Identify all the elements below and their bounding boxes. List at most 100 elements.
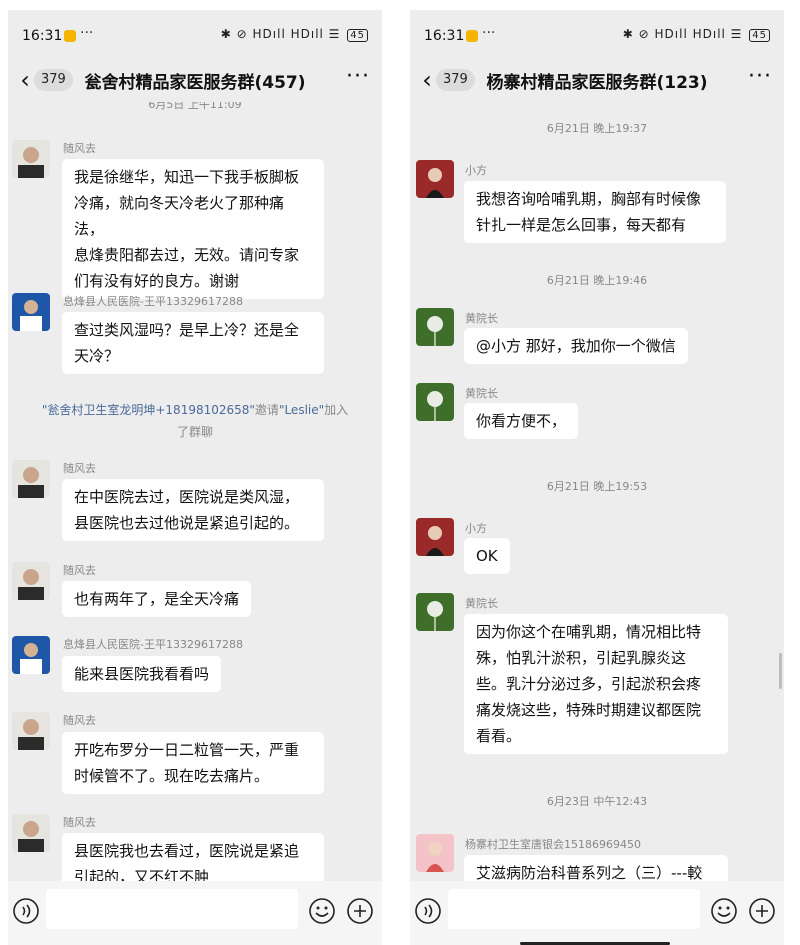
message-bubble[interactable]: 因为你这个在哺乳期，情况相比特 殊，怕乳汁淤积，引起乳腺炎这 些。乳汁分泌过多，… [464,614,728,754]
message-bubble[interactable]: 能来县医院我看看吗 [62,656,222,692]
avatar[interactable] [12,636,50,674]
avatar[interactable] [12,712,50,750]
avatar[interactable] [12,140,50,178]
avatar[interactable] [416,383,454,421]
message-line: 殊，怕乳汁淤积，引起乳腺炎这 [476,649,687,667]
sender-name: 黄院长 [465,312,498,325]
doctor-avatar-icon [12,636,50,674]
signal-wifi-icons: ✱ ⊘ HDıll HDıll ☰ [622,27,743,41]
status-bar: 16:31 ··· ✱ ⊘ HDıll HDıll ☰ 45 [8,10,382,60]
avatar[interactable] [416,308,454,346]
doctor-avatar-icon [12,293,50,331]
message-line: 我想咨询哈哺乳期，胸部有时候像 [476,190,702,208]
avatar[interactable] [12,814,50,852]
message-input[interactable] [46,889,298,929]
message-line: 县医院我也去看过，医院说是紧追 [74,842,300,860]
emoji-icon[interactable] [710,897,738,929]
message-line: 息烽贵阳都去过，无效。请问专家 [74,246,300,264]
message-bubble[interactable]: 在中医院去过，医院说是类风湿， 县医院也去过他说是紧追引起的。 [62,479,324,541]
woman-avatar-icon [416,518,454,556]
avatar[interactable] [416,518,454,556]
group-title: 瓮舍村精品家医服务群(457) [84,73,306,93]
message-line: 冷痛，就向冬天冷老火了那种痛法， [74,194,285,238]
status-time: 16:31 [22,28,63,44]
message-line: 我是徐继华，知迅一下我手板脚板 [74,168,300,186]
voice-icon[interactable] [12,897,40,929]
sender-name: 黄院长 [465,597,498,610]
message-line: 在中医院去过，医院说是类风湿， [74,488,300,506]
message-line: 县医院也去过他说是紧追引起的。 [74,514,300,532]
message-bubble[interactable]: 我是徐继华，知迅一下我手板脚板 冷痛，就向冬天冷老火了那种痛法， 息烽贵阳都去过… [62,159,324,299]
sender-name: 息烽县人民医院-王平13329617288 [63,638,243,651]
notification-app-icon [466,30,478,42]
sender-name: 随风去 [63,816,96,829]
sender-name: 黄院长 [465,387,498,400]
avatar[interactable] [12,293,50,331]
woman-avatar-icon [416,834,454,872]
message-line: 查过类风湿吗？是早上冷？还是全 [74,321,300,339]
plus-icon[interactable] [748,897,776,929]
message-line: 痛发烧这些，特殊时期建议都医院 [476,701,702,719]
message-line: 些。乳汁分泌过多，引起淤积会疼 [476,675,702,693]
message-bubble[interactable]: 查过类风湿吗？是早上冷？还是全 天冷？ [62,312,324,374]
status-indicators: ✱ ⊘ HDıll HDıll ☰ 45 [221,27,368,42]
time-separator: 6月23日 中午12:43 [546,795,648,808]
avatar[interactable] [416,593,454,631]
invitee-link[interactable]: "Leslie" [279,403,324,417]
voice-icon[interactable] [414,897,442,929]
notification-app-icon [64,30,76,42]
message-bubble[interactable]: @小方 那好，我加你一个微信 [464,328,688,364]
message-line: 们有没有好的良方。谢谢 [74,272,240,290]
chat-titlebar: ‹ 379 瓮舍村精品家医服务群(457) ··· [8,60,382,104]
man-avatar-icon [12,712,50,750]
sender-name: 随风去 [63,462,96,475]
message-line: 针扎一样是怎么回事，每天都有 [476,216,687,234]
message-line: 能来县医院我看看吗 [74,665,210,683]
avatar[interactable] [416,834,454,872]
more-dots-icon[interactable]: ··· [748,64,772,89]
phone-left: 16:31 ··· ✱ ⊘ HDıll HDıll ☰ 45 ‹ 379 瓮舍村… [8,10,382,945]
sender-name: 随风去 [63,564,96,577]
system-action: 邀请 [254,403,279,417]
dandelion-avatar-icon [416,383,454,421]
battery-icon: 45 [347,29,368,42]
sender-name: 随风去 [63,142,96,155]
status-more-dots: ··· [80,25,94,41]
message-bubble[interactable]: 你看方便不， [464,403,579,439]
message-line: 因为你这个在哺乳期，情况相比特 [476,623,702,641]
status-more-dots: ··· [482,25,496,41]
chat-titlebar: ‹ 379 杨寨村精品家医服务群(123) ··· [410,60,784,104]
time-separator: 6月21日 晚上19:37 [546,122,648,135]
man-avatar-icon [12,460,50,498]
group-title: 杨寨村精品家医服务群(123) [486,73,708,93]
avatar[interactable] [12,460,50,498]
status-indicators: ✱ ⊘ HDıll HDıll ☰ 45 [623,27,770,42]
message-line: 天冷？ [74,347,120,365]
message-input[interactable] [448,889,700,929]
more-dots-icon[interactable]: ··· [346,64,370,89]
message-bubble[interactable]: 我想咨询哈哺乳期，胸部有时候像 针扎一样是怎么回事，每天都有 [464,181,726,243]
plus-icon[interactable] [346,897,374,929]
time-separator: 6月21日 晚上19:46 [546,274,648,287]
sender-name: 息烽县人民医院-王平13329617288 [63,295,243,308]
status-time: 16:31 [424,28,465,44]
emoji-icon[interactable] [308,897,336,929]
avatar[interactable] [12,562,50,600]
message-bubble[interactable]: 也有两年了，是全天冷痛 [62,581,252,617]
message-bubble[interactable]: OK [464,538,510,574]
message-line: 时候管不了。现在吃去痛片。 [74,767,270,785]
sender-name: 随风去 [63,714,96,727]
message-line: 也有两年了，是全天冷痛 [74,590,240,608]
scrollbar-thumb[interactable] [779,653,782,689]
inviter-link[interactable]: "瓮舍村卫生室龙明坤+18198102658" [42,403,255,417]
input-bar [8,881,382,945]
time-separator: 6月21日 晚上19:53 [546,480,648,493]
message-bubble[interactable]: 开吃布罗分一日二粒管一天，严重 时候管不了。现在吃去痛片。 [62,732,324,794]
system-suffix: 加入 [324,403,349,417]
dandelion-avatar-icon [416,308,454,346]
woman-avatar-icon [416,160,454,198]
battery-icon: 45 [749,29,770,42]
avatar[interactable] [416,160,454,198]
man-avatar-icon [12,562,50,600]
system-message-join: "瓮舍村卫生室龙明坤+18198102658"邀请"Leslie"加入 了群聊 [28,399,362,443]
